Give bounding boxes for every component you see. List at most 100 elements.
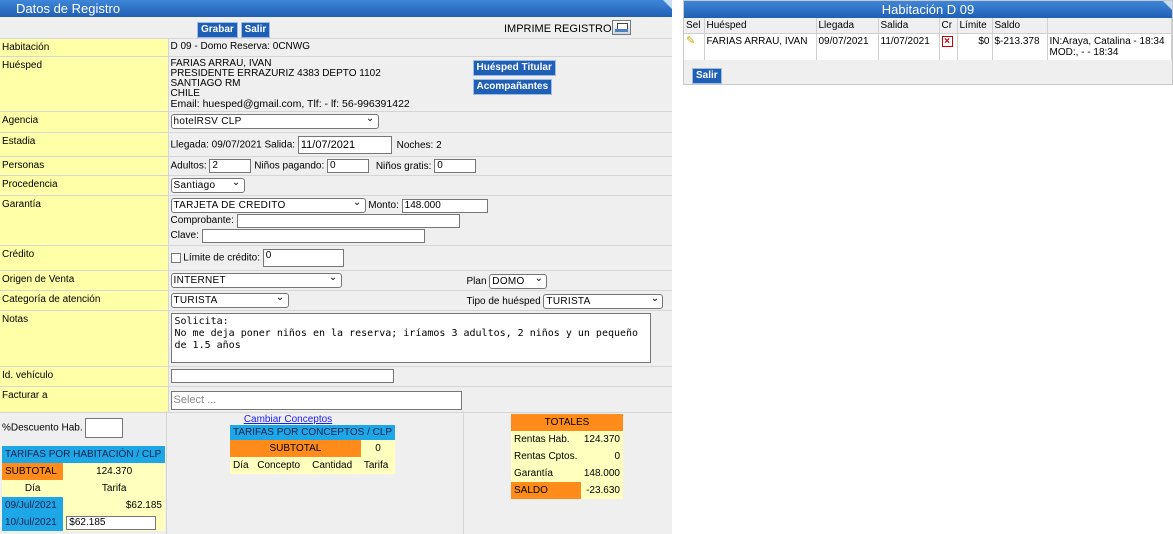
plan-label: Plan xyxy=(466,276,487,288)
tarifas-hab-col-dia: Día xyxy=(2,480,64,497)
tarifas-area: %Descuento Hab. TARIFAS POR HABITACIÓN /… xyxy=(0,411,672,534)
origen-select[interactable]: INTERNET xyxy=(170,271,342,289)
clave-label: Clave: xyxy=(170,230,199,242)
salir-button[interactable]: Salir xyxy=(240,22,271,38)
saldo-value: -23.630 xyxy=(580,482,623,499)
limite-cell: $0 xyxy=(957,33,993,60)
totales-title: TOTALES xyxy=(511,414,623,431)
ninos-gratis-input[interactable]: 0 xyxy=(434,159,477,173)
vehiculo-input[interactable] xyxy=(170,369,394,384)
tarifa-valor: $62.185 xyxy=(63,497,165,514)
printer-icon[interactable] xyxy=(612,20,631,35)
comprobante-input[interactable] xyxy=(236,213,460,228)
categoria-label: Categoría de atención xyxy=(0,290,169,312)
monto-input[interactable]: 148.000 xyxy=(401,198,488,213)
totales-garantia-value: 148.000 xyxy=(580,465,623,482)
limite-label: Límite de crédito: xyxy=(183,252,260,264)
rentas-cptos-value: 0 xyxy=(580,448,623,465)
rentas-hab-value: 124.370 xyxy=(580,431,623,448)
tarifas-hab-subtotal-label: SUBTOTAL xyxy=(2,463,64,480)
comprobante-label: Comprobante: xyxy=(170,215,234,227)
garantia-label: Garantía xyxy=(0,195,169,247)
saldo-label: SALDO xyxy=(511,482,581,499)
llegada-text: Llegada: 09/07/2021 Salida: xyxy=(170,139,296,151)
tarifas-hab-table: TARIFAS POR HABITACIÓN / CLP SUBTOTAL 12… xyxy=(2,446,165,531)
col-huesped: Huésped xyxy=(704,18,817,34)
habitacion-label: Habitación xyxy=(0,39,169,57)
habitacion-value: D 09 - Domo Reserva: 0CNWG xyxy=(168,39,672,57)
col-saldo: Saldo xyxy=(992,18,1048,34)
facturar-label: Facturar a xyxy=(0,386,169,414)
tarifa-dia: 09/Jul/2021 xyxy=(2,497,64,514)
estadia-label: Estadia xyxy=(0,132,169,157)
table-row: 10/Jul/2021 $62.185 xyxy=(2,514,165,531)
rentas-cptos-label: Rentas Cptos. xyxy=(511,448,581,465)
salida-cell: 11/07/2021 xyxy=(878,33,940,60)
salida-input[interactable]: 11/07/2021 xyxy=(297,136,392,154)
procedencia-select[interactable]: Santiago xyxy=(170,176,245,193)
descuento-label: %Descuento Hab. xyxy=(2,422,83,434)
conceptos-col-tarifa: Tarifa xyxy=(360,457,396,474)
notas-label: Notas xyxy=(0,310,169,368)
facturar-input[interactable]: Select ... xyxy=(170,391,462,411)
credito-label: Crédito xyxy=(0,245,169,272)
habitacion-salir-button[interactable]: Salir xyxy=(692,68,722,84)
origen-label: Origen de Venta xyxy=(0,270,169,292)
tarifa-input[interactable]: $62.185 xyxy=(66,515,157,530)
pencil-icon[interactable]: ✎ xyxy=(686,35,696,46)
habitacion-table: Sel Huésped Llegada Salida Cr Límite Sal… xyxy=(684,18,1172,60)
table-row: 09/Jul/2021 $62.185 xyxy=(2,497,165,514)
col-info xyxy=(1047,18,1172,34)
conceptos-col-cantidad: Cantidad xyxy=(309,457,361,474)
tarifas-hab-subtotal-value: 124.370 xyxy=(63,463,165,480)
cross-icon: × xyxy=(941,35,953,47)
garantia-select[interactable]: TARJETA DE CREDITO xyxy=(170,196,366,213)
huesped-city: SANTIAGO RM xyxy=(170,78,241,89)
agencia-label: Agencia xyxy=(0,111,169,133)
agencia-select[interactable]: hotelRSV CLP xyxy=(170,112,379,129)
cambiar-conceptos-link[interactable]: Cambiar Conceptos xyxy=(168,414,408,425)
acompanantes-button[interactable]: Acompañantes xyxy=(472,79,553,95)
tarifas-conceptos-subtotal-label: SUBTOTAL xyxy=(230,440,361,457)
habitacion-titlebar: Habitación D 09 xyxy=(684,1,1172,18)
registro-panel: Datos de Registro Grabar Salir IMPRIME R… xyxy=(0,0,672,534)
tarifas-hab-title: TARIFAS POR HABITACIÓN / CLP xyxy=(2,446,165,463)
registro-title: Datos de Registro xyxy=(16,1,121,16)
tipo-huesped-label: Tipo de huésped xyxy=(466,296,541,308)
col-limite: Límite xyxy=(957,18,993,34)
sel-cell[interactable]: ✎ xyxy=(684,33,705,60)
plan-select[interactable]: DOMO xyxy=(489,272,548,290)
info-cell: IN:Araya, Catalina - 18:34 MOD:, - - 18:… xyxy=(1047,33,1172,60)
tipo-huesped-select[interactable]: TURISTA xyxy=(543,292,664,310)
vehiculo-label: Id. vehículo xyxy=(0,366,169,388)
huesped-titular-button[interactable]: Huésped Titular xyxy=(472,60,556,76)
limite-checkbox[interactable] xyxy=(170,253,181,264)
table-row[interactable]: ✎ FARIAS ARRAU, IVAN 09/07/2021 11/07/20… xyxy=(684,33,1172,60)
huesped-contact: Email: huesped@gmail.com, Tlf: - lf: 56-… xyxy=(170,98,410,110)
clave-input[interactable] xyxy=(201,228,425,243)
registro-titlebar: Datos de Registro xyxy=(0,0,672,17)
tarifa-dia: 10/Jul/2021 xyxy=(2,514,64,531)
tarifas-conceptos-subtotal-value: 0 xyxy=(360,440,396,457)
descuento-input[interactable] xyxy=(85,418,124,438)
grabar-button[interactable]: Grabar xyxy=(197,22,238,38)
ninos-pagando-input[interactable]: 0 xyxy=(327,159,370,173)
info-line-mod: MOD:, - - 18:34 xyxy=(1049,46,1119,58)
rentas-hab-label: Rentas Hab. xyxy=(511,431,581,448)
conceptos-col-concepto: Concepto xyxy=(254,457,310,474)
registro-toolbar: Grabar Salir IMPRIME REGISTRO: xyxy=(0,17,672,39)
totales-table: TOTALES Rentas Hab. 124.370 Rentas Cptos… xyxy=(511,414,623,499)
info-line-in: IN:Araya, Catalina - 18:34 xyxy=(1049,35,1165,47)
huesped-label: Huésped xyxy=(0,56,169,112)
imprime-registro-label: IMPRIME REGISTRO: xyxy=(504,23,615,35)
registro-form: Habitación D 09 - Domo Reserva: 0CNWG Hu… xyxy=(0,39,672,414)
notas-textarea[interactable]: Solicita: No me deja poner niños en la r… xyxy=(170,313,651,364)
habitacion-panel: Habitación D 09 Sel Huésped Llegada Sali… xyxy=(683,0,1173,85)
ninos-pagando-label: Niños pagando: xyxy=(254,160,325,172)
adultos-input[interactable]: 2 xyxy=(209,159,252,173)
corner-fold-icon xyxy=(1163,1,1172,10)
categoria-select[interactable]: TURISTA xyxy=(170,291,289,309)
limite-input[interactable]: 0 xyxy=(262,249,344,268)
tarifas-conceptos-table: TARIFAS POR CONCEPTOS / CLP SUBTOTAL 0 D… xyxy=(230,425,396,474)
tarifas-hab-col-tarifa: Tarifa xyxy=(63,480,165,497)
